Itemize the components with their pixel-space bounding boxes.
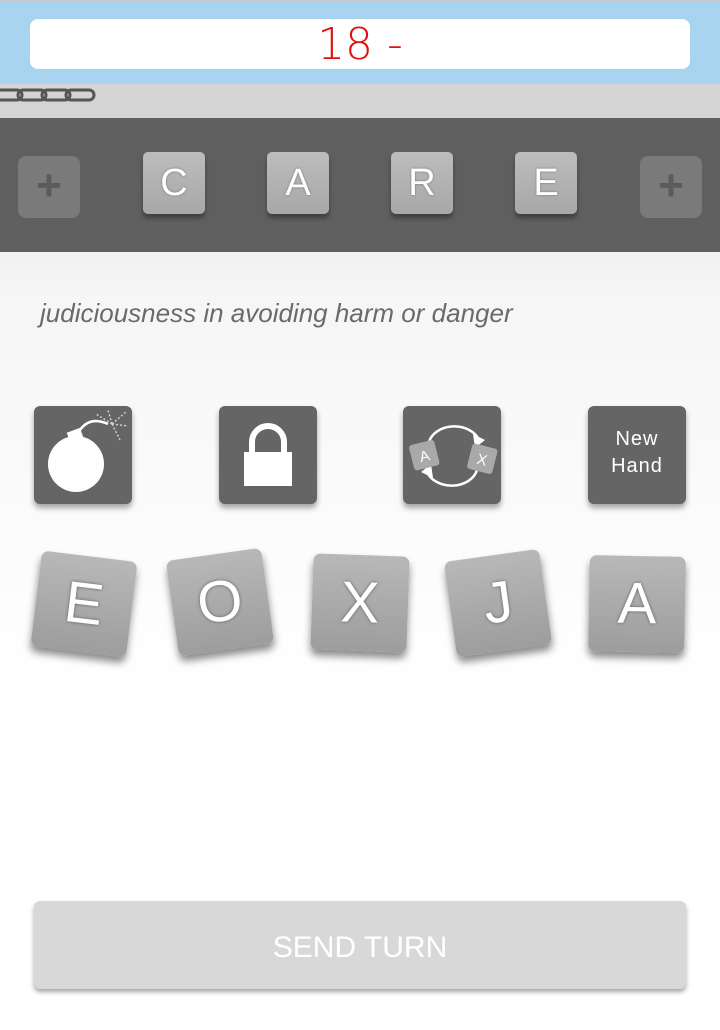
new-hand-button[interactable]: New Hand [588,406,686,504]
chain-strip [0,84,720,118]
score-display: 18 - [30,19,690,70]
word-tile-2[interactable]: A [267,152,329,214]
hand-tile-4[interactable]: J [443,548,553,658]
swap-powerup-button[interactable]: A X [403,406,501,504]
bomb-powerup-button[interactable] [34,406,132,504]
word-tile-1[interactable]: C [143,152,205,214]
bomb-icon [48,409,129,492]
new-hand-label: New Hand [611,428,663,477]
swap-icon: A X [409,425,498,487]
send-turn-button[interactable]: SEND TURN [34,901,686,989]
hand-tile-2[interactable]: O [165,547,275,657]
word-definition: judiciousness in avoiding harm or danger [40,298,513,328]
chain-icon [0,88,96,102]
word-board: + C A R E + [0,118,720,252]
hand-tile-5[interactable]: A [588,555,686,653]
add-letter-left-button[interactable]: + [18,156,80,218]
word-tile-4[interactable]: E [515,152,577,214]
top-bar: 18 - [0,0,720,85]
hand-tile-3[interactable]: X [310,553,410,653]
word-tile-3[interactable]: R [391,152,453,214]
hand-tile-1[interactable]: E [30,550,138,658]
lock-icon [244,423,292,486]
add-letter-right-button[interactable]: + [640,156,702,218]
lock-powerup-button[interactable] [219,406,317,504]
